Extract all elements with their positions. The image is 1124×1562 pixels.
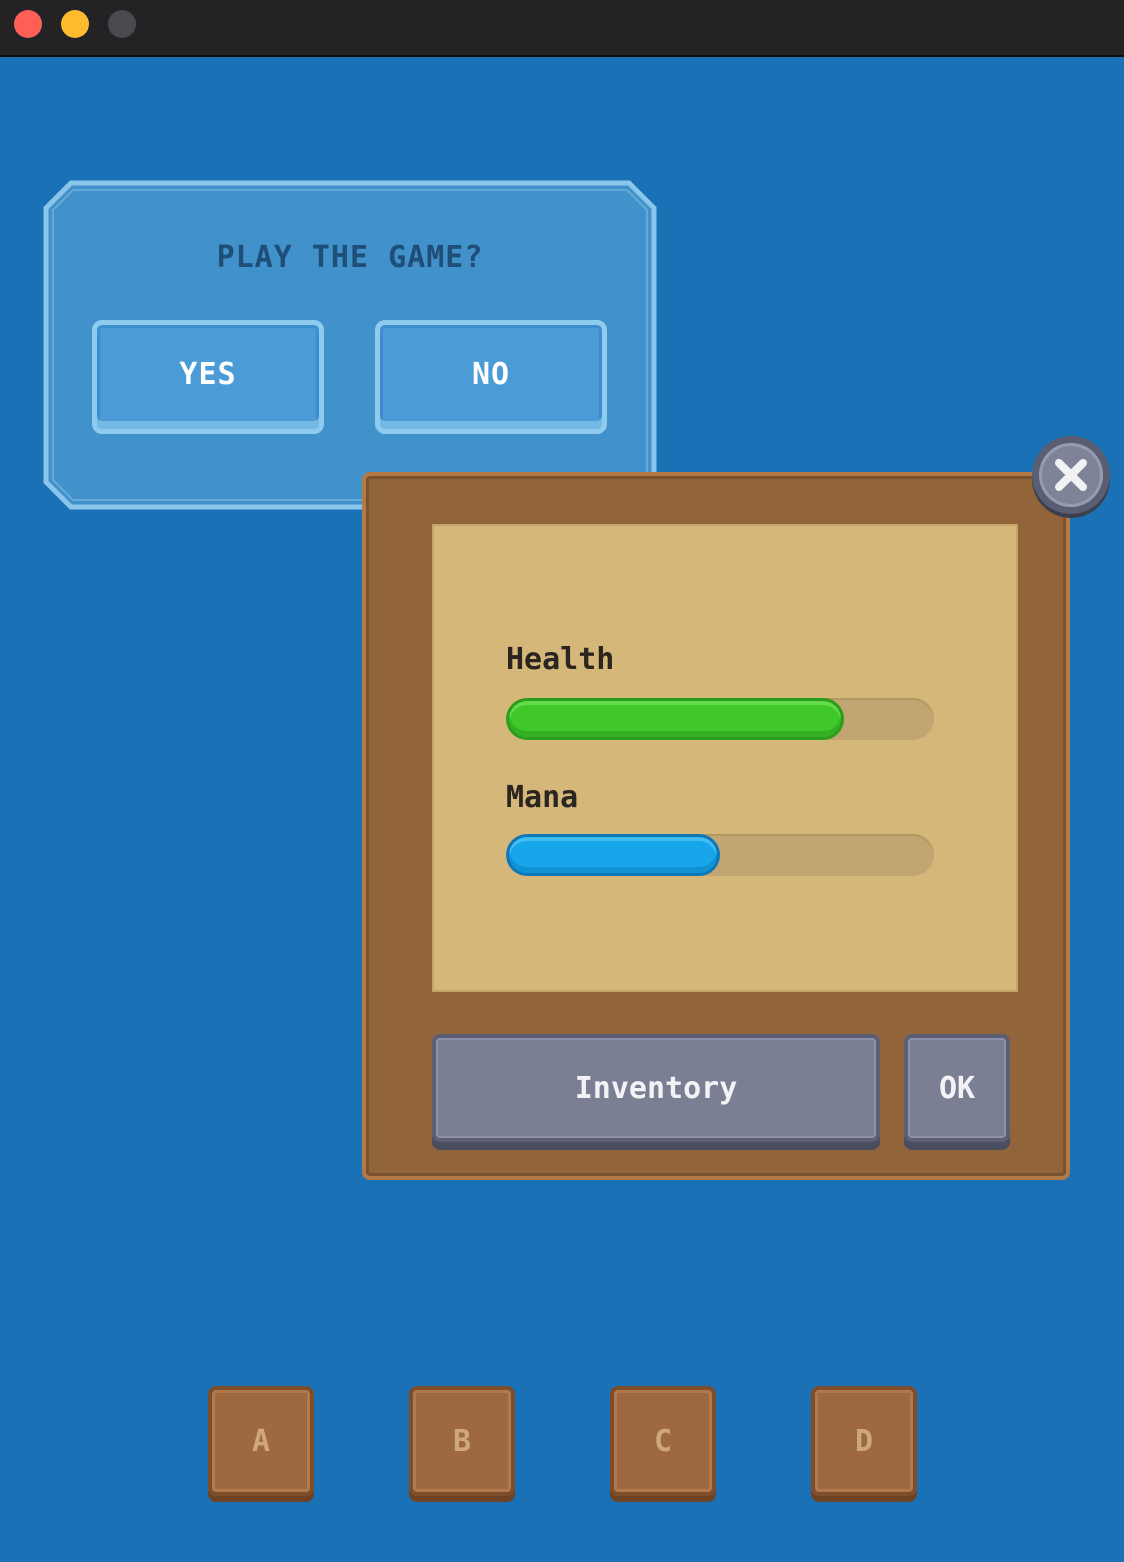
close-x-icon: [1039, 443, 1103, 507]
mana-bar: [506, 834, 934, 876]
parchment-area: Health Mana: [432, 524, 1018, 992]
dialog-title: PLAY THE GAME?: [216, 240, 484, 275]
yes-button[interactable]: YES: [92, 320, 324, 434]
mana-bar-fill: [506, 834, 720, 876]
tile-a-button[interactable]: A: [208, 1386, 314, 1496]
close-panel-button[interactable]: [1032, 436, 1110, 514]
health-bar-fill: [506, 698, 845, 740]
window-minimize-button[interactable]: [61, 10, 89, 38]
window-zoom-button[interactable]: [108, 10, 136, 38]
ok-button[interactable]: OK: [904, 1034, 1010, 1142]
stats-panel: Health Mana Inventory OK: [362, 472, 1070, 1180]
window-titlebar: [0, 0, 1124, 57]
no-button[interactable]: NO: [375, 320, 607, 434]
tile-b-button[interactable]: B: [409, 1386, 515, 1496]
inventory-button[interactable]: Inventory: [432, 1034, 880, 1142]
health-bar: [506, 698, 934, 740]
tile-d-button[interactable]: D: [811, 1386, 917, 1496]
health-label: Health: [506, 642, 615, 677]
window-close-button[interactable]: [14, 10, 42, 38]
mana-label: Mana: [506, 780, 579, 815]
play-game-dialog: PLAY THE GAME? YES NO: [43, 180, 657, 510]
tile-c-button[interactable]: C: [610, 1386, 716, 1496]
